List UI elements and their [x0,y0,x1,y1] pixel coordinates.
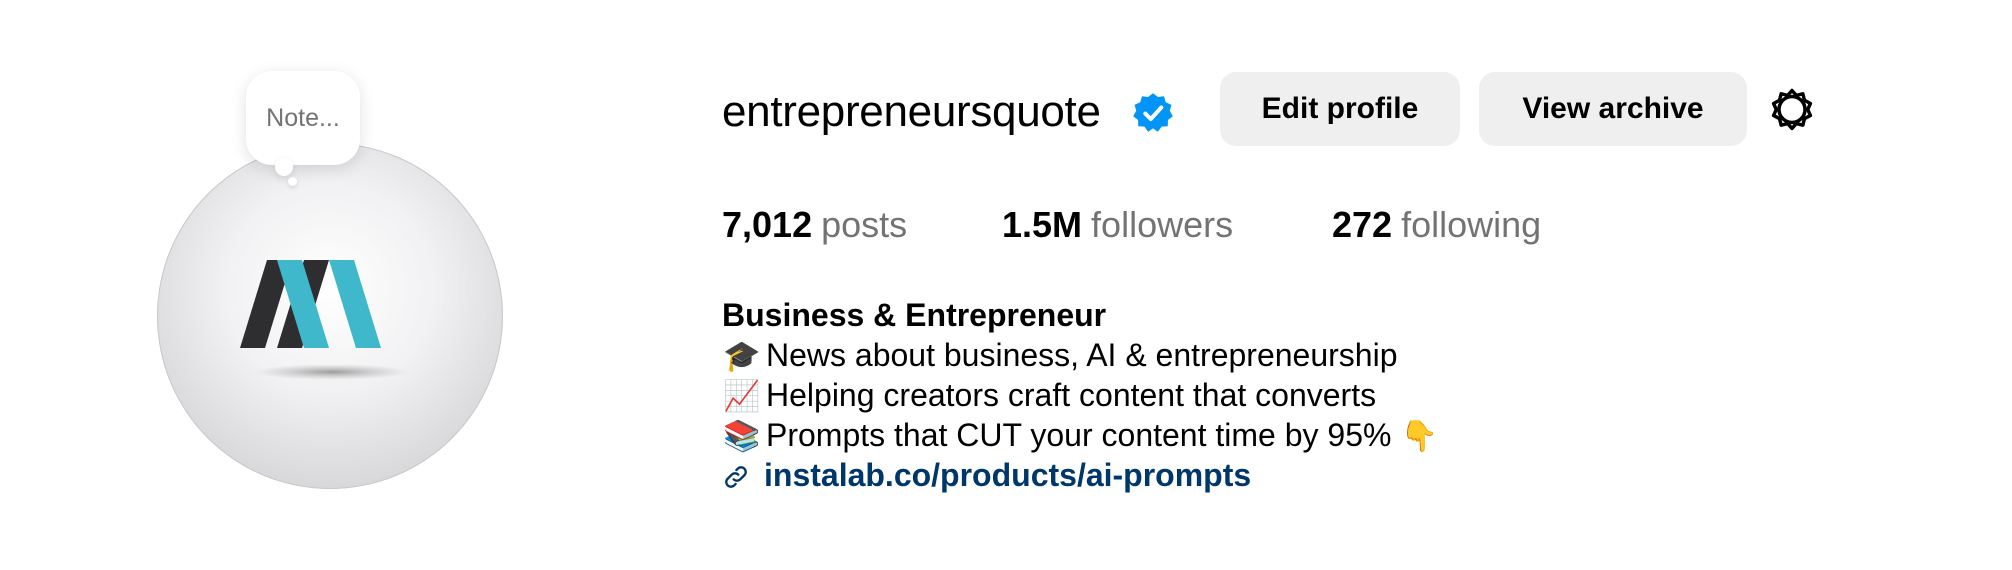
bio-line: 🎓 News about business, AI & entrepreneurs… [722,335,1397,377]
edit-profile-label: Edit profile [1261,92,1419,125]
following-count[interactable]: 272 following [1332,200,1541,250]
bio-line-text: Helping creators craft content that conv… [766,377,1377,413]
view-archive-label: View archive [1522,92,1704,125]
posts-value: 7,012 [722,204,813,245]
bio-line-text: Prompts that CUT your content time by 95… [766,417,1392,453]
chart-increasing-icon: 📈 [723,379,761,414]
bio-line-text: News about business, AI & entrepreneursh… [766,337,1398,373]
bio-line: 📚 Prompts that CUT your content time by 9… [722,415,1443,457]
note-placeholder: Note... [266,103,340,132]
graduation-cap-icon: 🎓 [723,339,761,374]
followers-count[interactable]: 1.5M followers [1002,200,1233,250]
pointing-down-icon: 👇 [1400,419,1439,454]
note-bubble-tail [275,158,293,176]
edit-profile-button[interactable]: Edit profile [1220,72,1460,146]
note-bubble-tail-small [288,177,297,186]
following-label: following [1401,204,1542,245]
bio-link-text[interactable]: instalab.co/products/ai-prompts [764,454,1251,496]
bio-line: 📈 Helping creators craft content that con… [722,375,1376,417]
avatar-image[interactable] [157,143,503,489]
posts-label: posts [821,204,908,245]
verified-badge-icon [1133,93,1173,132]
view-archive-button[interactable]: View archive [1479,72,1747,146]
gear-icon[interactable] [1766,84,1818,136]
followers-value: 1.5M [1002,204,1083,245]
books-icon: 📚 [723,419,761,454]
posts-count: 7,012 posts [722,200,907,250]
note-bubble[interactable]: Note... [246,71,360,165]
brand-logo-icon [240,260,410,380]
bio-name: Business & Entrepreneur [722,297,1107,333]
username: entrepreneursquote [722,87,1101,136]
followers-label: followers [1091,204,1234,245]
link-icon [725,466,747,488]
profile-avatar[interactable] [157,143,503,489]
following-value: 272 [1332,204,1393,245]
